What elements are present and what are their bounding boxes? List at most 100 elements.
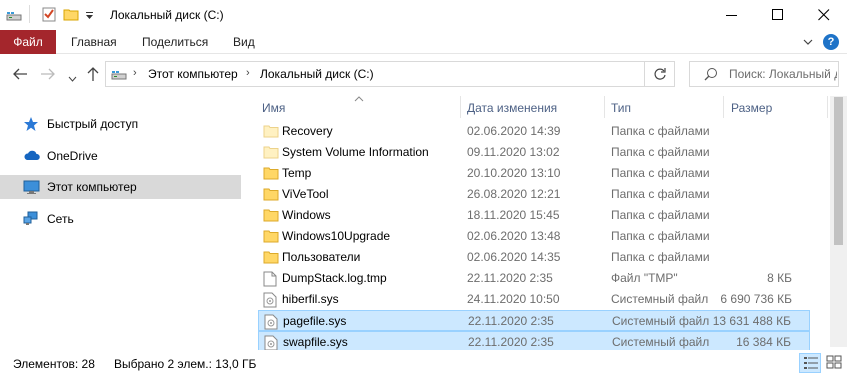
network-icon (23, 211, 40, 230)
maximize-icon (772, 9, 783, 20)
column-divider[interactable] (723, 96, 724, 118)
folder-icon (263, 187, 279, 204)
nav-item-label: OneDrive (47, 149, 98, 163)
file-row[interactable]: Temp 20.10.2020 13:10 Папка с файлами (258, 163, 810, 184)
file-date-modified: 09.11.2020 13:02 (467, 145, 560, 159)
file-type: Папка с файлами (611, 124, 710, 138)
back-button[interactable] (12, 67, 28, 84)
nav-item-network[interactable]: Сеть (0, 207, 241, 231)
title-bar: Локальный диск (C:) (0, 0, 847, 30)
refresh-icon (654, 68, 666, 80)
large-icons-view-button[interactable] (823, 353, 845, 373)
qa-divider (29, 5, 30, 23)
tab-file[interactable]: Файл (0, 30, 56, 54)
file-row[interactable]: DumpStack.log.tmp 22.11.2020 2:35 Файл "TM… (258, 268, 810, 289)
file-row[interactable]: System Volume Information 09.11.2020 13:0… (258, 142, 810, 163)
file-name: ViVeTool (282, 187, 329, 201)
file-type: Папка с файлами (611, 250, 710, 264)
drive-icon (111, 67, 127, 84)
breadcrumb-arrow-icon[interactable]: › (246, 67, 250, 79)
sort-ascending-icon (354, 91, 364, 105)
file-row[interactable]: pagefile.sys 22.11.2020 2:35 Системный фай… (258, 310, 810, 331)
large-icons-view-icon (826, 355, 842, 369)
column-divider[interactable] (460, 96, 461, 118)
folder-hidden-icon (263, 145, 279, 162)
search-input[interactable]: Поиск: Локальный диск (C:) (729, 67, 837, 81)
folder-icon (263, 229, 279, 246)
file-size: 16 384 КБ (736, 335, 791, 349)
file-date-modified: 22.11.2020 2:35 (468, 314, 554, 328)
file-name: hiberfil.sys (282, 292, 339, 306)
file-type: Файл "TMP" (611, 271, 678, 285)
details-view-button[interactable] (799, 353, 821, 373)
nav-item-this-pc[interactable]: Этот компьютер (0, 175, 241, 199)
column-divider[interactable] (604, 96, 605, 118)
details-view-icon (804, 357, 818, 369)
file-row[interactable]: ViVeTool 26.08.2020 12:21 Папка с файлами (258, 184, 810, 205)
file-row[interactable]: Windows 18.11.2020 15:45 Папка с файлами (258, 205, 810, 226)
file-type: Папка с файлами (611, 229, 710, 243)
back-arrow-icon (13, 68, 27, 80)
expand-ribbon-icon[interactable] (803, 36, 813, 50)
file-row[interactable]: Пользователи 02.06.2020 14:35 Папка с файл… (258, 247, 810, 268)
column-divider[interactable] (827, 96, 828, 118)
window-title: Локальный диск (C:) (110, 8, 224, 22)
file-name: swapfile.sys (283, 335, 348, 349)
column-header-size[interactable]: Размер (731, 101, 772, 115)
folder-icon (263, 250, 279, 267)
forward-arrow-icon (41, 68, 55, 80)
file-row[interactable]: swapfile.sys 22.11.2020 2:35 Системный фай… (258, 331, 810, 352)
navigation-pane: Быстрый доступ OneDrive Этот компьютер С… (0, 96, 244, 346)
file-date-modified: 22.11.2020 2:35 (468, 335, 554, 349)
scrollbar-thumb[interactable] (834, 97, 843, 245)
selection-info: Выбрано 2 элем.: 13,0 ГБ (114, 357, 257, 371)
nav-item-quick-access[interactable]: Быстрый доступ (0, 112, 241, 136)
file-date-modified: 26.08.2020 12:21 (467, 187, 561, 201)
file-name: DumpStack.log.tmp (282, 271, 387, 285)
file-type: Системный файл (612, 314, 710, 328)
file-list: Имя Дата изменения Тип Размер Recovery 02… (245, 96, 830, 352)
file-date-modified: 02.06.2020 14:39 (467, 124, 561, 138)
item-count: Элементов: 28 (13, 357, 95, 371)
customize-toolbar-icon[interactable] (85, 10, 94, 24)
close-button[interactable] (801, 0, 847, 30)
vertical-scrollbar[interactable] (830, 96, 847, 347)
minimize-icon (726, 15, 737, 16)
search-icon (704, 68, 717, 81)
breadcrumb-this-pc[interactable]: Этот компьютер (148, 67, 238, 81)
column-header-type[interactable]: Тип (611, 101, 631, 115)
column-header-name[interactable]: Имя (262, 101, 285, 115)
recent-locations-button[interactable] (68, 71, 77, 85)
tab-view[interactable]: Вид (233, 30, 255, 54)
search-box[interactable]: Поиск: Локальный диск (C:) (689, 61, 839, 87)
folder-icon (263, 166, 279, 183)
refresh-button[interactable] (645, 61, 675, 87)
drive-icon (6, 6, 22, 25)
file-name: Recovery (282, 124, 333, 138)
folder-hidden-icon (263, 124, 279, 141)
tab-home[interactable]: Главная (71, 30, 117, 54)
properties-icon[interactable] (41, 6, 57, 25)
file-row[interactable]: Windows10Upgrade 02.06.2020 13:48 Папка с … (258, 226, 810, 247)
file-type: Папка с файлами (611, 166, 710, 180)
file-row[interactable]: Recovery 02.06.2020 14:39 Папка с файлами (258, 121, 810, 142)
forward-button[interactable] (40, 67, 56, 84)
address-bar[interactable]: › Этот компьютер › Локальный диск (C:) (105, 61, 732, 87)
computer-icon (23, 179, 40, 198)
minimize-button[interactable] (709, 0, 755, 30)
breadcrumb-arrow-icon[interactable]: › (133, 67, 137, 79)
breadcrumb-local-disk[interactable]: Локальный диск (C:) (260, 67, 374, 81)
file-date-modified: 02.06.2020 14:35 (467, 250, 561, 264)
file-row[interactable]: hiberfil.sys 24.11.2020 10:50 Системный фа… (258, 289, 810, 310)
maximize-button[interactable] (755, 0, 801, 30)
tab-share[interactable]: Поделиться (142, 30, 208, 54)
help-icon[interactable]: ? (823, 34, 839, 50)
nav-item-onedrive[interactable]: OneDrive (0, 144, 241, 168)
file-date-modified: 24.11.2020 10:50 (467, 292, 560, 306)
up-button[interactable] (86, 66, 100, 85)
column-header-date[interactable]: Дата изменения (467, 101, 557, 115)
file-name: Windows (282, 208, 331, 222)
status-bar: Элементов: 28 Выбрано 2 элем.: 13,0 ГБ (0, 350, 847, 375)
file-date-modified: 02.06.2020 13:48 (467, 229, 561, 243)
new-folder-icon[interactable] (63, 6, 79, 25)
